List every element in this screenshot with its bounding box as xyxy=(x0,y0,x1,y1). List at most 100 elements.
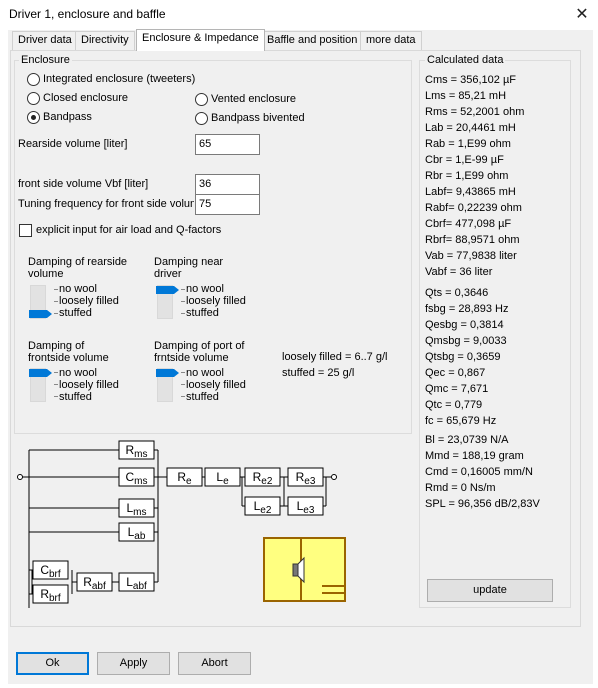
damping-port-level-2: stuffed xyxy=(186,391,219,403)
close-icon[interactable]: ✕ xyxy=(572,5,592,25)
damping-port-level-0: no wool xyxy=(186,367,224,379)
tick xyxy=(181,289,185,290)
damping-rear-level-1: loosely filled xyxy=(59,295,119,307)
circuit-rbrf: Rbrf xyxy=(32,584,69,604)
abort-button[interactable]: Abort xyxy=(178,652,251,675)
tuning-frequency-input[interactable]: 75 xyxy=(195,194,260,215)
tab-enclosure-impedance[interactable]: Enclosure & Impedance xyxy=(136,29,265,51)
calc-value-group1-10: Rbrf= 88,9571 ohm xyxy=(425,234,520,246)
tick xyxy=(181,313,185,314)
tick xyxy=(54,301,58,302)
damping-port-label: Damping of port of frntside volume xyxy=(154,340,245,364)
radio-integrated[interactable] xyxy=(27,73,40,86)
tick xyxy=(181,384,185,385)
calc-value-group1-9: Cbrf= 477,098 µF xyxy=(425,218,512,230)
damping-rear-slider[interactable] xyxy=(29,310,52,318)
enclosure-group-label: Enclosure xyxy=(19,54,72,66)
damping-front-level-2: stuffed xyxy=(59,391,92,403)
calc-value-group1-6: Rbr = 1,E99 ohm xyxy=(425,170,509,182)
terminal-left xyxy=(17,474,23,480)
circuit-re2: Re2 xyxy=(244,467,281,487)
radio-closed[interactable] xyxy=(27,92,40,105)
tab-driver-data[interactable]: Driver data xyxy=(12,31,78,50)
calc-value-group2-0: Qts = 0,3646 xyxy=(425,287,489,299)
radio-vented-label: Vented enclosure xyxy=(211,93,297,105)
calc-value-group2-8: fc = 65,679 Hz xyxy=(425,415,497,427)
damping-front-level-0: no wool xyxy=(59,367,97,379)
apply-button[interactable]: Apply xyxy=(97,652,170,675)
damping-near-slider[interactable] xyxy=(156,286,179,294)
circuit-rabf: Rabf xyxy=(76,572,113,592)
circuit-lab: Lab xyxy=(118,522,155,542)
tab-baffle-position[interactable]: Baffle and position xyxy=(261,31,364,50)
rear-volume-label: Rearside volume [liter] xyxy=(18,138,128,150)
calc-value-group1-4: Rab = 1,E99 ohm xyxy=(425,138,511,150)
calc-value-group1-3: Lab = 20,4461 mH xyxy=(425,122,516,134)
calc-value-group1-0: Cms = 356,102 µF xyxy=(425,74,517,86)
circuit-le3: Le3 xyxy=(287,496,324,516)
damping-near-level-0: no wool xyxy=(186,283,224,295)
rear-volume-input[interactable]: 65 xyxy=(195,134,260,155)
damping-near-label: Damping near driver xyxy=(154,256,224,280)
window-title: Driver 1, enclosure and baffle xyxy=(9,7,166,21)
calc-value-group3-1: Mmd = 188,19 gram xyxy=(425,450,524,462)
tab-more-data[interactable]: more data xyxy=(360,31,422,50)
radio-bandpass[interactable] xyxy=(27,111,40,124)
circuit-cms: Cms xyxy=(118,467,155,487)
radio-bandpass-bivented-label: Bandpass bivented xyxy=(211,112,305,124)
explicit-input-label: explicit input for air load and Q-factor… xyxy=(36,224,222,236)
tick xyxy=(54,313,58,314)
calc-value-group1-2: Rms = 52,2001 ohm xyxy=(425,106,525,118)
circuit-le2: Le2 xyxy=(244,496,281,516)
radio-vented[interactable] xyxy=(195,93,208,106)
calc-value-group3-4: SPL = 96,356 dB/2,83V xyxy=(425,498,540,510)
tuning-frequency-label: Tuning frequency for front side volume xyxy=(18,198,194,210)
damping-port-level-1: loosely filled xyxy=(186,379,246,391)
terminal-right xyxy=(331,474,337,480)
damping-rear-label: Damping of rearside volume xyxy=(28,256,128,280)
note-stuffed: stuffed = 25 g/l xyxy=(282,367,355,379)
ok-button[interactable]: Ok xyxy=(16,652,89,675)
calculated-data-label: Calculated data xyxy=(425,54,506,66)
radio-closed-label: Closed enclosure xyxy=(43,92,128,104)
circuit-labf: Labf xyxy=(118,572,155,592)
circuit-re3: Re3 xyxy=(287,467,324,487)
tab-directivity[interactable]: Directivity xyxy=(75,31,135,50)
calc-value-group1-5: Cbr = 1,E-99 µF xyxy=(425,154,504,166)
calc-value-group1-8: Rabf= 0,22239 ohm xyxy=(425,202,522,214)
circuit-lms: Lms xyxy=(118,498,155,518)
damping-rear-level-2: stuffed xyxy=(59,307,92,319)
calc-value-group2-5: Qec = 0,867 xyxy=(425,367,486,379)
explicit-input-checkbox[interactable] xyxy=(19,224,32,237)
front-volume-input[interactable]: 36 xyxy=(195,174,260,195)
calc-value-group2-4: Qtsbg = 0,3659 xyxy=(425,351,501,363)
bandpass-enclosure-icon xyxy=(263,537,346,602)
tick xyxy=(181,301,185,302)
front-volume-label: front side volume Vbf [liter] xyxy=(18,178,149,190)
calc-value-group1-11: Vab = 77,9838 liter xyxy=(425,250,517,262)
tick xyxy=(181,372,185,373)
radio-bandpass-label: Bandpass xyxy=(43,111,92,123)
damping-front-label: Damping of frontside volume xyxy=(28,340,109,364)
tick xyxy=(54,289,58,290)
radio-integrated-label: Integrated enclosure (tweeters) xyxy=(43,73,196,85)
calc-value-group1-12: Vabf = 36 liter xyxy=(425,266,493,278)
damping-near-level-1: loosely filled xyxy=(186,295,246,307)
circuit-cbrf: Cbrf xyxy=(32,560,69,580)
tick xyxy=(181,396,185,397)
calc-value-group2-6: Qmc = 7,671 xyxy=(425,383,489,395)
equivalent-circuit-diagram: Rms Cms Lms Lab Re Le Re2 Re3 Le2 Le3 Cbrf Rbrf Rabf… xyxy=(17,440,337,608)
tick xyxy=(54,372,58,373)
circuit-rms: Rms xyxy=(118,440,155,460)
radio-bandpass-bivented[interactable] xyxy=(195,112,208,125)
calc-value-group3-0: Bl = 23,0739 N/A xyxy=(425,434,509,446)
calc-value-group2-2: Qesbg = 0,3814 xyxy=(425,319,504,331)
tick xyxy=(54,384,58,385)
calc-value-group3-3: Rmd = 0 Ns/m xyxy=(425,482,496,494)
calc-value-group2-7: Qtc = 0,779 xyxy=(425,399,483,411)
circuit-le: Le xyxy=(204,467,241,487)
damping-front-slider[interactable] xyxy=(29,369,52,377)
tick xyxy=(54,396,58,397)
update-button[interactable]: update xyxy=(427,579,553,602)
damping-port-slider[interactable] xyxy=(156,369,179,377)
